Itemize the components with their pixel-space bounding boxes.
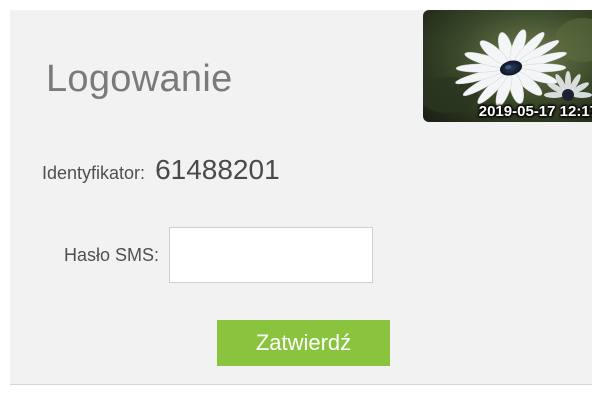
sms-password-label: Hasło SMS: xyxy=(64,244,160,265)
photo-timestamp: 2019-05-17 12:17 xyxy=(478,103,592,120)
identifier-value: 61488201 xyxy=(155,154,280,185)
identifier-row: Identyfikator: 61488201 xyxy=(42,154,280,186)
page-title: Logowanie xyxy=(46,58,233,100)
sms-password-row: Hasło SMS: xyxy=(64,227,374,283)
identifier-label: Identyfikator: xyxy=(42,163,146,183)
submit-button[interactable]: Zatwierdź xyxy=(217,320,390,366)
login-panel: Logowanie 2019-05-17 12:17 Identyfikator… xyxy=(10,10,592,385)
security-image: 2019-05-17 12:17 xyxy=(423,10,592,122)
sms-password-input[interactable] xyxy=(169,227,374,283)
